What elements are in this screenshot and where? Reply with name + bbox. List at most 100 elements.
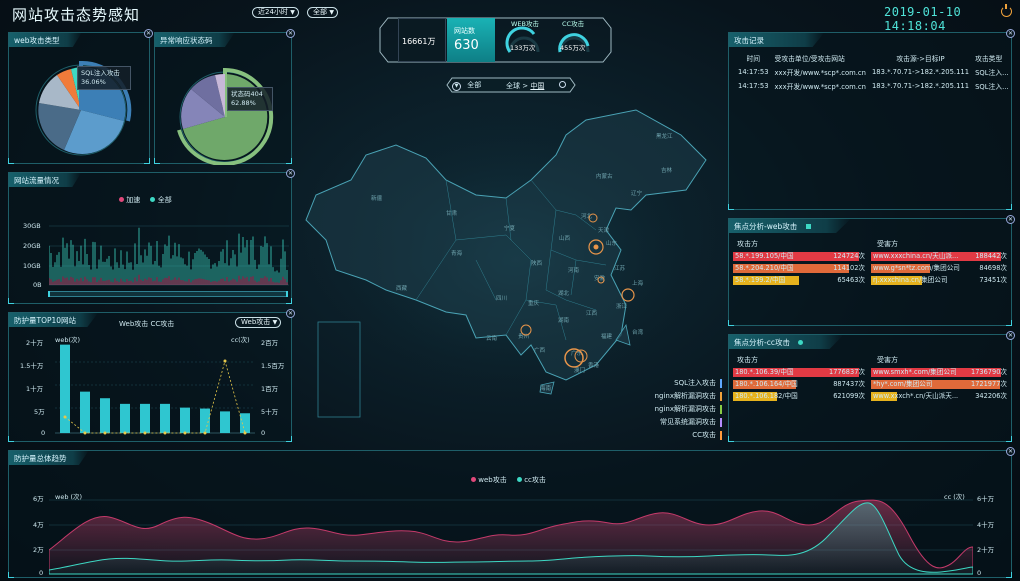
column-header: 时间 <box>746 55 761 63</box>
close-icon[interactable]: ✕ <box>1006 447 1015 456</box>
cc-point <box>163 431 167 435</box>
victim-row[interactable]: *hy*.com/集团公司 1721977次 <box>871 380 1007 389</box>
map-label-guizhou: 贵州 <box>518 332 529 340</box>
attacker-row[interactable]: 58.*.204.210/中国 114102次 <box>733 264 865 273</box>
legend-sql[interactable]: SQL注入攻击 <box>674 378 722 388</box>
map-label-gansu: 甘肃 <box>446 209 458 217</box>
attacker-label: 攻击方 <box>737 240 758 248</box>
map-label-zhejiang: 浙江 <box>616 302 628 310</box>
y-tick: 0B <box>33 281 42 289</box>
power-icon[interactable] <box>1001 4 1012 17</box>
web-attack-pie[interactable] <box>9 33 151 165</box>
attacker-value: 1776837次 <box>829 368 865 376</box>
cc-line <box>64 359 246 434</box>
map-label-heilongjiang: 黑龙江 <box>656 132 673 140</box>
breadcrumb-current[interactable]: 中国 <box>530 82 544 90</box>
table-row[interactable]: 14:17:53 xxx开发/www.*scp*.com.cn 183.*.70… <box>735 65 1012 79</box>
attacker-row[interactable]: 58.*.199.2/中国 65463次 <box>733 276 865 285</box>
map-label-hebei: 河北 <box>581 212 593 220</box>
map-label-neimenggu: 内蒙古 <box>596 172 613 180</box>
type-dropdown[interactable]: 全部 ▼ <box>307 7 338 18</box>
y-tick: 20GB <box>23 242 41 250</box>
map-label-xizang: 西藏 <box>396 284 408 292</box>
victim-row[interactable]: www.g*sn*tz.com/集团公司 84698次 <box>871 264 1007 273</box>
top10-bar <box>160 403 170 433</box>
legend-cc[interactable]: CC攻击 <box>692 430 722 440</box>
map-label-hunan: 湖南 <box>558 316 570 324</box>
table-cell: 14:17:53 <box>738 68 769 76</box>
selector-value: Web攻击 <box>241 318 271 326</box>
legend-accel[interactable]: 加速 <box>126 196 140 204</box>
focus-web-panel: 焦点分析-web攻击 ✕ 攻击方 受害方 58.*.199.105/中国 124… <box>728 215 1015 326</box>
top10-bar <box>100 398 110 433</box>
victim-row[interactable]: www.smxh*.com/集团公司 1736790次 <box>871 368 1007 377</box>
close-icon[interactable]: ✕ <box>286 169 295 178</box>
left-tick: 6万 <box>33 495 44 503</box>
attacker-name: 58.*.199.105/中国 <box>735 252 794 260</box>
legend-all[interactable]: 全部 <box>158 196 172 204</box>
victim-row[interactable]: www.xxxch*.cn/天山派天... 342206次 <box>871 392 1007 401</box>
trend-chart[interactable] <box>49 495 973 575</box>
tooltip-value: 36.06% <box>81 78 106 86</box>
map-label-jilin: 吉林 <box>661 166 673 174</box>
hotspot-dot <box>593 244 599 250</box>
victim-name: *hy*.com/集团公司 <box>873 380 933 388</box>
right-tick: 6十万 <box>977 495 995 503</box>
datetime-display: 2019-01-10 14:18:04 <box>884 5 962 33</box>
attacker-name: 58.*.199.2/中国 <box>735 276 786 284</box>
victim-value: 84698次 <box>979 264 1007 272</box>
map-label-chongqing: 重庆 <box>528 299 540 307</box>
map-label-ningxia: 宁夏 <box>504 224 516 232</box>
top10-tabs[interactable]: Web攻击 CC攻击 <box>119 319 174 329</box>
attack-log-panel: 攻击记录 ✕ 时间 受攻击单位/受攻击网站 攻击源->目标IP 攻击类型 14:… <box>728 29 1015 210</box>
table-cell: xxx开发/www.*scp*.com.cn <box>774 69 866 77</box>
traffic-chart[interactable] <box>49 209 289 289</box>
legend-common[interactable]: 常见系统漏洞攻击 <box>660 417 722 427</box>
search-icon[interactable] <box>559 81 566 88</box>
map-breadcrumb: 全球 > 中国 <box>506 81 544 91</box>
trend-legend: web攻击 cc攻击 <box>471 475 546 485</box>
attacker-row[interactable]: 180.*.106.39/中国 1776837次 <box>733 368 865 377</box>
map-filter-dropdown[interactable]: ▼ 全部 <box>452 80 481 91</box>
close-icon[interactable]: ✕ <box>1006 215 1015 224</box>
table-cell: 183.*.70.71->182.*.205.111 <box>871 68 970 76</box>
top10-selector[interactable]: Web攻击 ▼ <box>235 317 282 328</box>
scroll-handle[interactable] <box>286 291 288 297</box>
panel-title: 焦点分析-cc攻击 <box>729 335 844 349</box>
abnormal-status-panel: 异常响应状态码 ✕ 状态码404 62.88% <box>154 29 295 165</box>
close-icon[interactable]: ✕ <box>1006 331 1015 340</box>
attacker-row[interactable]: 180.*.106.182/中国 621099次 <box>733 392 865 401</box>
time-range-dropdown[interactable]: 近24小时 ▼ <box>252 7 299 18</box>
map-label-henan: 河南 <box>568 266 580 274</box>
total-value: 16661万 <box>402 37 436 46</box>
scroll-handle[interactable] <box>48 291 50 297</box>
right-tick: 2百万 <box>261 339 279 347</box>
top10-bar <box>80 391 90 433</box>
chevron-down-icon: ▼ <box>290 9 295 16</box>
top10-chart[interactable] <box>55 339 255 439</box>
map-label-fujian: 福建 <box>601 332 613 340</box>
attacker-row[interactable]: 58.*.199.105/中国 124724次 <box>733 252 865 261</box>
victim-row[interactable]: www.xxxchina.cn/天山派... 188442次 <box>871 252 1007 261</box>
traffic-scrollbar[interactable] <box>48 291 288 297</box>
close-icon[interactable]: ✕ <box>286 309 295 318</box>
legend-cc[interactable]: cc攻击 <box>524 476 546 484</box>
top10-bar <box>140 403 150 433</box>
legend-nginx-2[interactable]: nginx解析漏洞攻击 <box>655 404 722 414</box>
close-icon[interactable]: ✕ <box>1006 29 1015 38</box>
cc-point <box>143 431 147 435</box>
cc-attack-value: 455万次 <box>560 44 586 52</box>
right-tick: 5十万 <box>261 408 279 416</box>
breadcrumb-prefix: 全球 > <box>506 82 531 90</box>
map-legend: SQL注入攻击 nginx解析漏洞攻击 nginx解析漏洞攻击 常见系统漏洞攻击… <box>600 378 722 444</box>
legend-nginx-1[interactable]: nginx解析漏洞攻击 <box>655 391 722 401</box>
cc-point <box>183 431 187 435</box>
attacker-row[interactable]: 180.*.106.164/中国 887437次 <box>733 380 865 389</box>
china-map[interactable]: 黑龙江 吉林 辽宁 内蒙古 新疆 西藏 青海 甘肃 宁夏 山西 河北 山东 河南… <box>296 100 736 420</box>
legend-web[interactable]: web攻击 <box>478 476 506 484</box>
focus-cc-panel: 焦点分析-cc攻击 ✕ 攻击方 受害方 180.*.106.39/中国 1776… <box>728 331 1015 442</box>
map-label-liaoning: 辽宁 <box>631 189 643 197</box>
table-row[interactable]: 14:17:53 xxx开发/www.*scp*.com.cn 183.*.70… <box>735 79 1012 93</box>
victim-name: www.xxxch*.cn/天山派天... <box>873 392 959 400</box>
victim-row[interactable]: rj.xxxchina.cn/集团公司 73451次 <box>871 276 1007 285</box>
